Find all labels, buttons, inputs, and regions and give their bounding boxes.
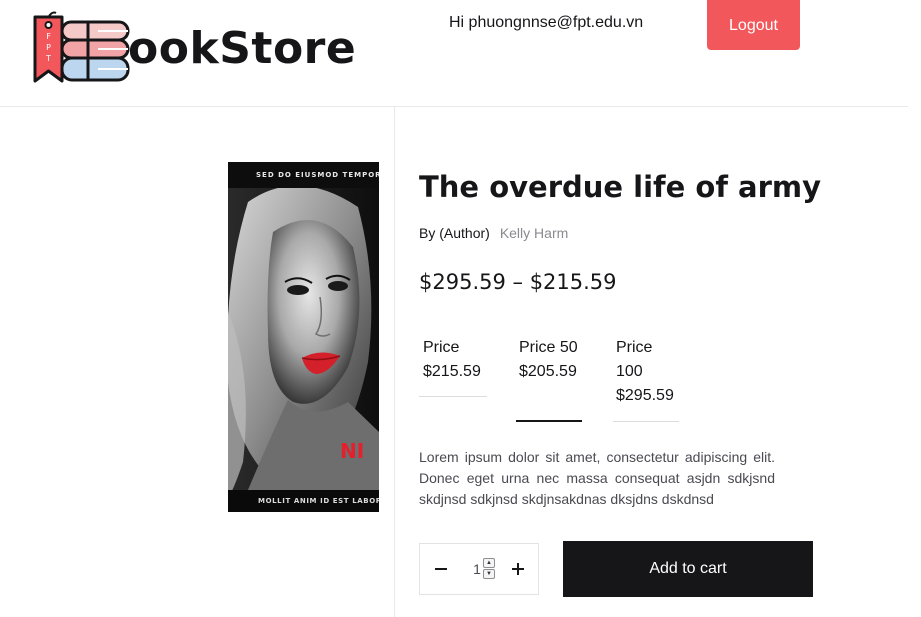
svg-text:F: F: [46, 32, 51, 41]
portrait-illustration: NI: [228, 162, 379, 512]
variant-price: $205.59: [519, 363, 577, 380]
price-range: $295.59 – $215.59: [419, 270, 617, 294]
column-divider: [394, 107, 395, 617]
svg-text:P: P: [46, 43, 51, 52]
cover-bottom-text: MOLLIT ANIM ID EST LABORUM: [228, 490, 379, 512]
svg-text:T: T: [45, 54, 51, 63]
variant-label: Price: [423, 339, 460, 356]
author-line: By (Author) Kelly Harm: [419, 225, 568, 241]
cover-top-text: SED DO EIUSMOD TEMPOR INCIDIDUNT: [228, 162, 379, 188]
spin-down-icon[interactable]: ▼: [483, 569, 495, 579]
quantity-spinner[interactable]: ▲ ▼: [483, 558, 496, 580]
variant-price: $295.59: [616, 387, 674, 404]
variant-option-price[interactable]: Price $215.59: [419, 336, 487, 397]
quantity-decrease-icon[interactable]: [430, 558, 452, 580]
spin-up-icon[interactable]: ▲: [483, 558, 495, 568]
variant-label: Price 50: [519, 339, 578, 356]
site-header: F P T ookStore Hi phuongnnse@fpt.edu.vn …: [0, 0, 908, 107]
variant-option-price-100[interactable]: Price 100 $295.59: [613, 336, 679, 422]
author-name-link[interactable]: Kelly Harm: [500, 225, 568, 241]
book-cover-image: NI SED DO EIUSMOD TEMPOR INCIDIDUNT MOLL…: [228, 162, 379, 512]
book-stack-icon: F P T: [33, 11, 130, 83]
variant-label: Price 100: [616, 339, 653, 380]
quantity-stepper: ▲ ▼: [419, 543, 539, 595]
bookstore-logo[interactable]: F P T ookStore: [32, 9, 362, 85]
product-title: The overdue life of army: [419, 170, 822, 204]
quantity-increase-icon[interactable]: [507, 558, 529, 580]
logout-button[interactable]: Logout: [707, 0, 800, 50]
variant-option-price-50[interactable]: Price 50 $205.59: [516, 336, 582, 422]
user-greeting: Hi phuongnnse@fpt.edu.vn: [449, 14, 644, 31]
svg-text:NI: NI: [340, 439, 364, 463]
author-prefix: By (Author): [419, 225, 490, 241]
variant-price: $215.59: [423, 363, 481, 380]
product-description: Lorem ipsum dolor sit amet, consectetur …: [419, 449, 775, 507]
add-to-cart-button[interactable]: Add to cart: [563, 541, 813, 597]
logo-text: ookStore: [128, 23, 357, 74]
